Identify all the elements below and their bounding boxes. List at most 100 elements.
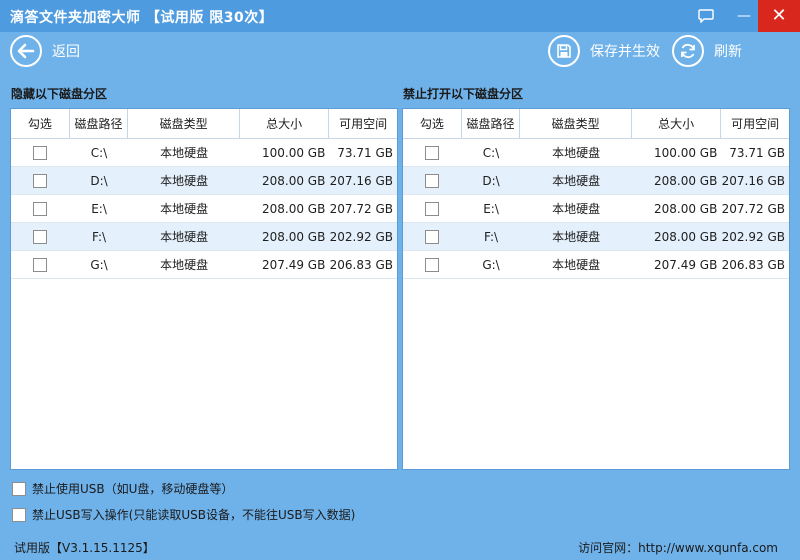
disk-path: G:\ — [90, 257, 108, 272]
arrow-left-icon — [10, 35, 42, 67]
disk-path: E:\ — [483, 201, 499, 216]
refresh-button[interactable]: 刷新 — [672, 35, 742, 67]
save-apply-label: 保存并生效 — [590, 44, 660, 60]
website-link[interactable]: 访问官网：http://www.xqunfa.com — [578, 539, 778, 556]
column-header-check[interactable]: 勾选 — [403, 109, 462, 138]
table-row[interactable]: G:\ 本地硬盘 207.49 GB 206.83 GB — [11, 251, 397, 279]
minimize-button[interactable]: — — [728, 0, 760, 32]
row-check-cell — [11, 201, 70, 216]
table-row[interactable]: F:\ 本地硬盘 208.00 GB 202.92 GB — [403, 223, 789, 251]
minimize-icon: — — [737, 8, 751, 24]
column-header-total[interactable]: 总大小 — [632, 109, 722, 138]
hide-partitions-title: 隐藏以下磁盘分区 — [11, 87, 108, 101]
block-open-partitions-table: 勾选 磁盘路径 磁盘类型 总大小 可用空间 C:\ 本地硬盘 100.00 GB… — [402, 108, 790, 470]
disk-type: 本地硬盘 — [160, 174, 209, 188]
disable-usb-checkbox[interactable] — [12, 481, 26, 496]
disk-type: 本地硬盘 — [160, 230, 209, 244]
back-button[interactable]: 返回 — [10, 35, 80, 67]
disk-free: 206.83 GB — [721, 257, 785, 272]
table-row[interactable]: D:\ 本地硬盘 208.00 GB 207.16 GB — [11, 167, 397, 195]
disable-usb-write-option[interactable]: 禁止USB写入操作(只能读取USB设备，不能往USB写入数据) — [12, 506, 355, 523]
column-header-check[interactable]: 勾选 — [11, 109, 70, 138]
disk-path: D:\ — [482, 173, 500, 188]
floppy-disk-icon — [548, 35, 580, 67]
refresh-label: 刷新 — [714, 44, 742, 60]
close-button[interactable]: ✕ — [758, 0, 800, 32]
disk-free: 202.92 GB — [721, 229, 785, 244]
disk-type: 本地硬盘 — [552, 258, 601, 272]
row-checkbox[interactable] — [425, 201, 440, 216]
table-row[interactable]: E:\ 本地硬盘 208.00 GB 207.72 GB — [403, 195, 789, 223]
row-check-cell — [403, 229, 462, 244]
column-header-type[interactable]: 磁盘类型 — [128, 109, 240, 138]
disk-free: 207.16 GB — [329, 173, 393, 188]
row-checkbox[interactable] — [33, 173, 48, 188]
disk-free: 207.72 GB — [329, 201, 393, 216]
close-icon: ✕ — [771, 5, 787, 26]
disk-type: 本地硬盘 — [552, 174, 601, 188]
disable-usb-option[interactable]: 禁止使用USB（如U盘，移动硬盘等） — [12, 480, 233, 497]
feedback-button[interactable] — [690, 0, 722, 32]
save-apply-button[interactable]: 保存并生效 — [548, 35, 660, 67]
table-row[interactable]: F:\ 本地硬盘 208.00 GB 202.92 GB — [11, 223, 397, 251]
window-title: 滴答文件夹加密大师 【试用版 限30次】 — [10, 10, 274, 26]
disk-type: 本地硬盘 — [552, 202, 601, 216]
block-open-partitions-title: 禁止打开以下磁盘分区 — [403, 87, 524, 101]
column-header-type[interactable]: 磁盘类型 — [520, 109, 632, 138]
row-checkbox[interactable] — [425, 173, 440, 188]
disk-path: C:\ — [482, 145, 500, 160]
title-bar: 滴答文件夹加密大师 【试用版 限30次】 — ✕ — [0, 0, 800, 32]
disk-total: 208.00 GB — [261, 173, 326, 188]
disk-path: C:\ — [90, 145, 108, 160]
disk-path: G:\ — [482, 257, 500, 272]
table-row[interactable]: E:\ 本地硬盘 208.00 GB 207.72 GB — [11, 195, 397, 223]
hide-partitions-table: 勾选 磁盘路径 磁盘类型 总大小 可用空间 C:\ 本地硬盘 100.00 GB… — [10, 108, 398, 470]
disk-type: 本地硬盘 — [160, 258, 209, 272]
disk-free: 73.71 GB — [729, 145, 785, 160]
table-row[interactable]: C:\ 本地硬盘 100.00 GB 73.71 GB — [11, 139, 397, 167]
chat-bubble-icon — [698, 8, 714, 24]
row-checkbox[interactable] — [33, 257, 48, 272]
row-check-cell — [11, 229, 70, 244]
disk-path: F:\ — [484, 229, 499, 244]
column-header-free[interactable]: 可用空间 — [329, 109, 397, 138]
table-row[interactable]: C:\ 本地硬盘 100.00 GB 73.71 GB — [403, 139, 789, 167]
table-row[interactable]: G:\ 本地硬盘 207.49 GB 206.83 GB — [403, 251, 789, 279]
row-check-cell — [403, 201, 462, 216]
disk-path: D:\ — [90, 173, 108, 188]
disk-path: F:\ — [92, 229, 107, 244]
row-check-cell — [403, 257, 462, 272]
version-label: 试用版【V3.1.15.1125】 — [14, 541, 155, 555]
row-checkbox[interactable] — [33, 229, 48, 244]
column-header-path[interactable]: 磁盘路径 — [70, 109, 129, 138]
refresh-icon — [672, 35, 704, 67]
disk-total: 208.00 GB — [653, 201, 718, 216]
disk-free: 73.71 GB — [337, 145, 393, 160]
row-check-cell — [11, 257, 70, 272]
row-check-cell — [403, 145, 462, 160]
disk-free: 207.16 GB — [721, 173, 785, 188]
back-label: 返回 — [52, 44, 80, 60]
disk-type: 本地硬盘 — [552, 146, 601, 160]
row-checkbox[interactable] — [33, 201, 48, 216]
disk-total: 208.00 GB — [261, 201, 326, 216]
row-check-cell — [403, 173, 462, 188]
table-row[interactable]: D:\ 本地硬盘 208.00 GB 207.16 GB — [403, 167, 789, 195]
disable-usb-write-checkbox[interactable] — [12, 507, 26, 522]
row-checkbox[interactable] — [33, 145, 48, 160]
disk-free: 206.83 GB — [329, 257, 393, 272]
disk-total: 100.00 GB — [261, 145, 326, 160]
disk-total: 100.00 GB — [653, 145, 718, 160]
disk-total: 207.49 GB — [653, 257, 718, 272]
disk-free: 202.92 GB — [329, 229, 393, 244]
disk-path: E:\ — [91, 201, 107, 216]
disk-type: 本地硬盘 — [160, 146, 209, 160]
row-checkbox[interactable] — [425, 145, 440, 160]
column-header-path[interactable]: 磁盘路径 — [462, 109, 521, 138]
disk-total: 207.49 GB — [261, 257, 326, 272]
row-checkbox[interactable] — [425, 257, 440, 272]
column-header-free[interactable]: 可用空间 — [721, 109, 789, 138]
disk-total: 208.00 GB — [653, 229, 718, 244]
row-checkbox[interactable] — [425, 229, 440, 244]
column-header-total[interactable]: 总大小 — [240, 109, 330, 138]
